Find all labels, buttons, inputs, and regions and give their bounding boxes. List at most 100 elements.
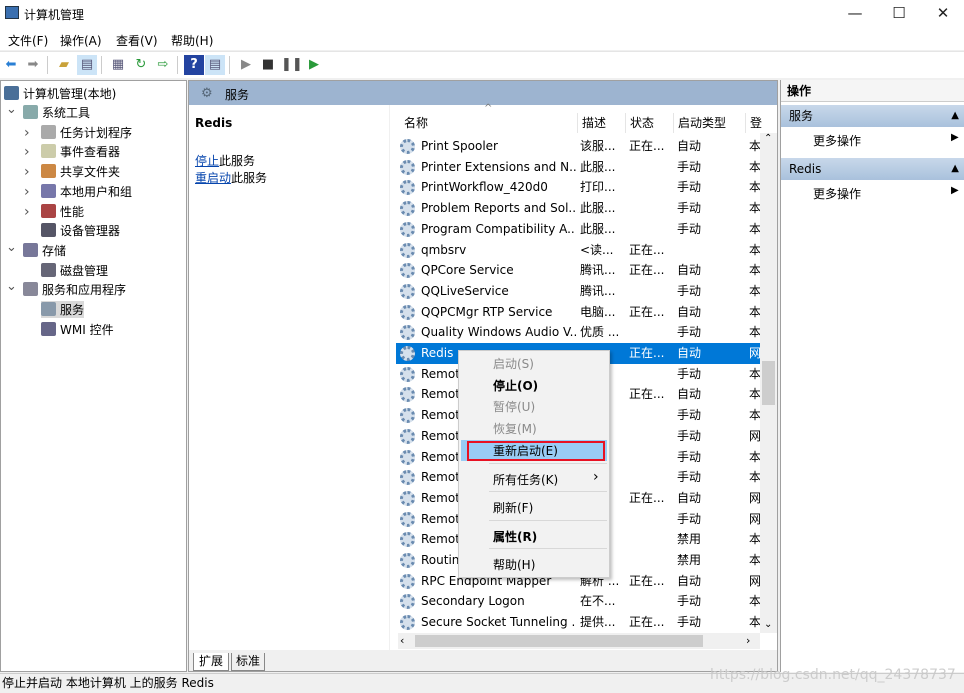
- play-icon[interactable]: ▶: [236, 55, 256, 75]
- selected-service-name: Redis: [195, 116, 233, 130]
- chevron-down-icon[interactable]: ⌄: [6, 102, 17, 117]
- action-group-services[interactable]: 服务 ▲: [781, 105, 964, 127]
- column-header[interactable]: 登: [746, 113, 762, 133]
- properties-icon[interactable]: ▦: [108, 55, 128, 75]
- menu-item[interactable]: 恢复(M): [493, 420, 537, 437]
- tree-item[interactable]: 本地用户和组: [41, 183, 132, 200]
- tree-item[interactable]: 设备管理器: [41, 222, 120, 239]
- table-row[interactable]: qmbsrv <读... 正在... 本: [390, 240, 760, 261]
- menu-separator: [489, 463, 607, 464]
- hscroll-thumb[interactable]: [415, 635, 703, 647]
- tree-node-icon: [41, 321, 56, 336]
- tree-item[interactable]: WMI 控件: [41, 321, 114, 338]
- scroll-thumb[interactable]: [762, 361, 775, 405]
- cell-startup-type: 自动: [677, 263, 702, 278]
- cell-logon: 网: [749, 511, 760, 526]
- minimize-button[interactable]: —: [832, 0, 878, 28]
- chevron-right-icon[interactable]: ›: [24, 144, 30, 160]
- restart-service-link[interactable]: 重启动: [195, 171, 231, 185]
- cell-name: Secure Socket Tunneling ...: [421, 615, 576, 630]
- menu-file[interactable]: 文件(F): [8, 32, 48, 49]
- cell-status: 正在...: [629, 242, 665, 257]
- menu-item[interactable]: 刷新(F): [493, 499, 533, 516]
- close-button[interactable]: ✕: [920, 0, 964, 28]
- menu-action[interactable]: 操作(A): [60, 32, 102, 49]
- table-row[interactable]: Secondary Logon 在不... 手动 本: [390, 591, 760, 612]
- tab-standard[interactable]: 标准: [231, 653, 266, 671]
- collapse-icon[interactable]: ▲: [951, 105, 959, 127]
- back-icon[interactable]: ⬅: [1, 55, 21, 75]
- horizontal-scrollbar[interactable]: ‹ ›: [398, 633, 760, 649]
- cell-description: 优质 ...: [580, 325, 620, 340]
- menu-help[interactable]: 帮助(H): [171, 32, 213, 49]
- scroll-up-icon[interactable]: ⌃: [764, 133, 772, 144]
- column-header[interactable]: 状态: [626, 113, 674, 133]
- chevron-right-icon[interactable]: ›: [24, 204, 30, 220]
- table-row[interactable]: Quality Windows Audio V... 优质 ... 手动 本: [390, 322, 760, 343]
- menu-item[interactable]: 停止(O): [493, 377, 538, 394]
- more-actions-services[interactable]: 更多操作: [813, 132, 861, 149]
- table-row[interactable]: PrintWorkflow_420d0 打印... 手动 本: [390, 177, 760, 198]
- maximize-button[interactable]: ☐: [876, 0, 922, 28]
- chevron-right-icon[interactable]: ›: [24, 125, 30, 141]
- table-row[interactable]: QPCore Service 腾讯... 正在... 自动 本: [390, 260, 760, 281]
- cell-startup-type: 禁用: [677, 532, 702, 547]
- group-label: Redis: [789, 162, 822, 176]
- chevron-right-icon[interactable]: ›: [24, 184, 30, 200]
- tree-item[interactable]: 服务: [41, 301, 85, 318]
- chevron-down-icon[interactable]: ⌄: [6, 279, 17, 294]
- show-hide-tree-icon[interactable]: ▤: [77, 55, 97, 75]
- menu-item[interactable]: 所有任务(K): [493, 471, 558, 488]
- tree-item[interactable]: 性能: [41, 203, 84, 220]
- service-gear-icon: [400, 449, 415, 465]
- stop-service-link[interactable]: 停止: [195, 154, 219, 168]
- cell-startup-type: 手动: [677, 201, 702, 216]
- pause-icon[interactable]: ❚❚: [281, 55, 303, 75]
- tree-item[interactable]: 磁盘管理: [41, 262, 108, 279]
- table-row[interactable]: Print Spooler 该服... 正在... 自动 本: [390, 136, 760, 157]
- export-icon[interactable]: ⇨: [153, 55, 173, 75]
- table-row[interactable]: QQPCMgr RTP Service 电脑... 正在... 自动 本: [390, 302, 760, 323]
- resume-icon[interactable]: ▶: [304, 55, 324, 75]
- help-icon[interactable]: ?: [184, 55, 204, 75]
- show-action-pane-icon[interactable]: ▤: [205, 55, 225, 75]
- menu-view[interactable]: 查看(V): [116, 32, 158, 49]
- table-row[interactable]: Problem Reports and Sol... 此服... 手动 本: [390, 198, 760, 219]
- collapse-icon[interactable]: ▲: [951, 158, 959, 180]
- up-folder-icon[interactable]: ▰: [54, 55, 74, 75]
- column-header[interactable]: 启动类型: [674, 113, 746, 133]
- tree-item[interactable]: 存储: [23, 242, 66, 259]
- cell-logon: 本: [749, 470, 760, 485]
- scroll-right-icon[interactable]: ›: [746, 634, 750, 647]
- tree-item[interactable]: 系统工具: [23, 104, 90, 121]
- forward-icon[interactable]: ➡: [23, 55, 43, 75]
- tree-label: 服务和应用程序: [42, 283, 127, 298]
- menu-item[interactable]: 暂停(U): [493, 398, 535, 415]
- table-row[interactable]: Program Compatibility A... 此服... 手动 本: [390, 219, 760, 240]
- refresh-icon[interactable]: ↻: [131, 55, 151, 75]
- menu-item[interactable]: 帮助(H): [493, 556, 535, 573]
- vertical-scrollbar[interactable]: ⌃ ⌄: [760, 133, 777, 633]
- stop-icon[interactable]: ■: [258, 55, 278, 75]
- menu-item[interactable]: 启动(S): [493, 355, 534, 372]
- table-row[interactable]: QQLiveService 腾讯... 手动 本: [390, 281, 760, 302]
- table-row[interactable]: Printer Extensions and N... 此服... 手动 本: [390, 157, 760, 178]
- chevron-right-icon[interactable]: ›: [24, 164, 30, 180]
- tree-item[interactable]: 任务计划程序: [41, 124, 132, 141]
- action-group-redis[interactable]: Redis ▲: [781, 158, 964, 180]
- menu-item[interactable]: 重新启动(E): [493, 442, 558, 459]
- tree-item[interactable]: 事件查看器: [41, 143, 120, 160]
- scroll-left-icon[interactable]: ‹: [400, 634, 404, 647]
- more-actions-redis[interactable]: 更多操作: [813, 185, 861, 202]
- chevron-down-icon[interactable]: ⌄: [6, 240, 17, 255]
- cell-startup-type: 手动: [677, 594, 702, 609]
- tab-extended[interactable]: 扩展: [193, 653, 230, 671]
- tree-item[interactable]: 服务和应用程序: [23, 281, 126, 298]
- table-row[interactable]: Secure Socket Tunneling ... 提供... 正在... 手动 本: [390, 612, 760, 633]
- tree-root[interactable]: 计算机管理(本地): [4, 85, 116, 102]
- column-header[interactable]: 名称: [400, 113, 578, 133]
- tree-item[interactable]: 共享文件夹: [41, 163, 120, 180]
- column-header[interactable]: 描述: [578, 113, 626, 133]
- scroll-down-icon[interactable]: ⌄: [764, 619, 772, 630]
- menu-item[interactable]: 属性(R): [493, 528, 537, 545]
